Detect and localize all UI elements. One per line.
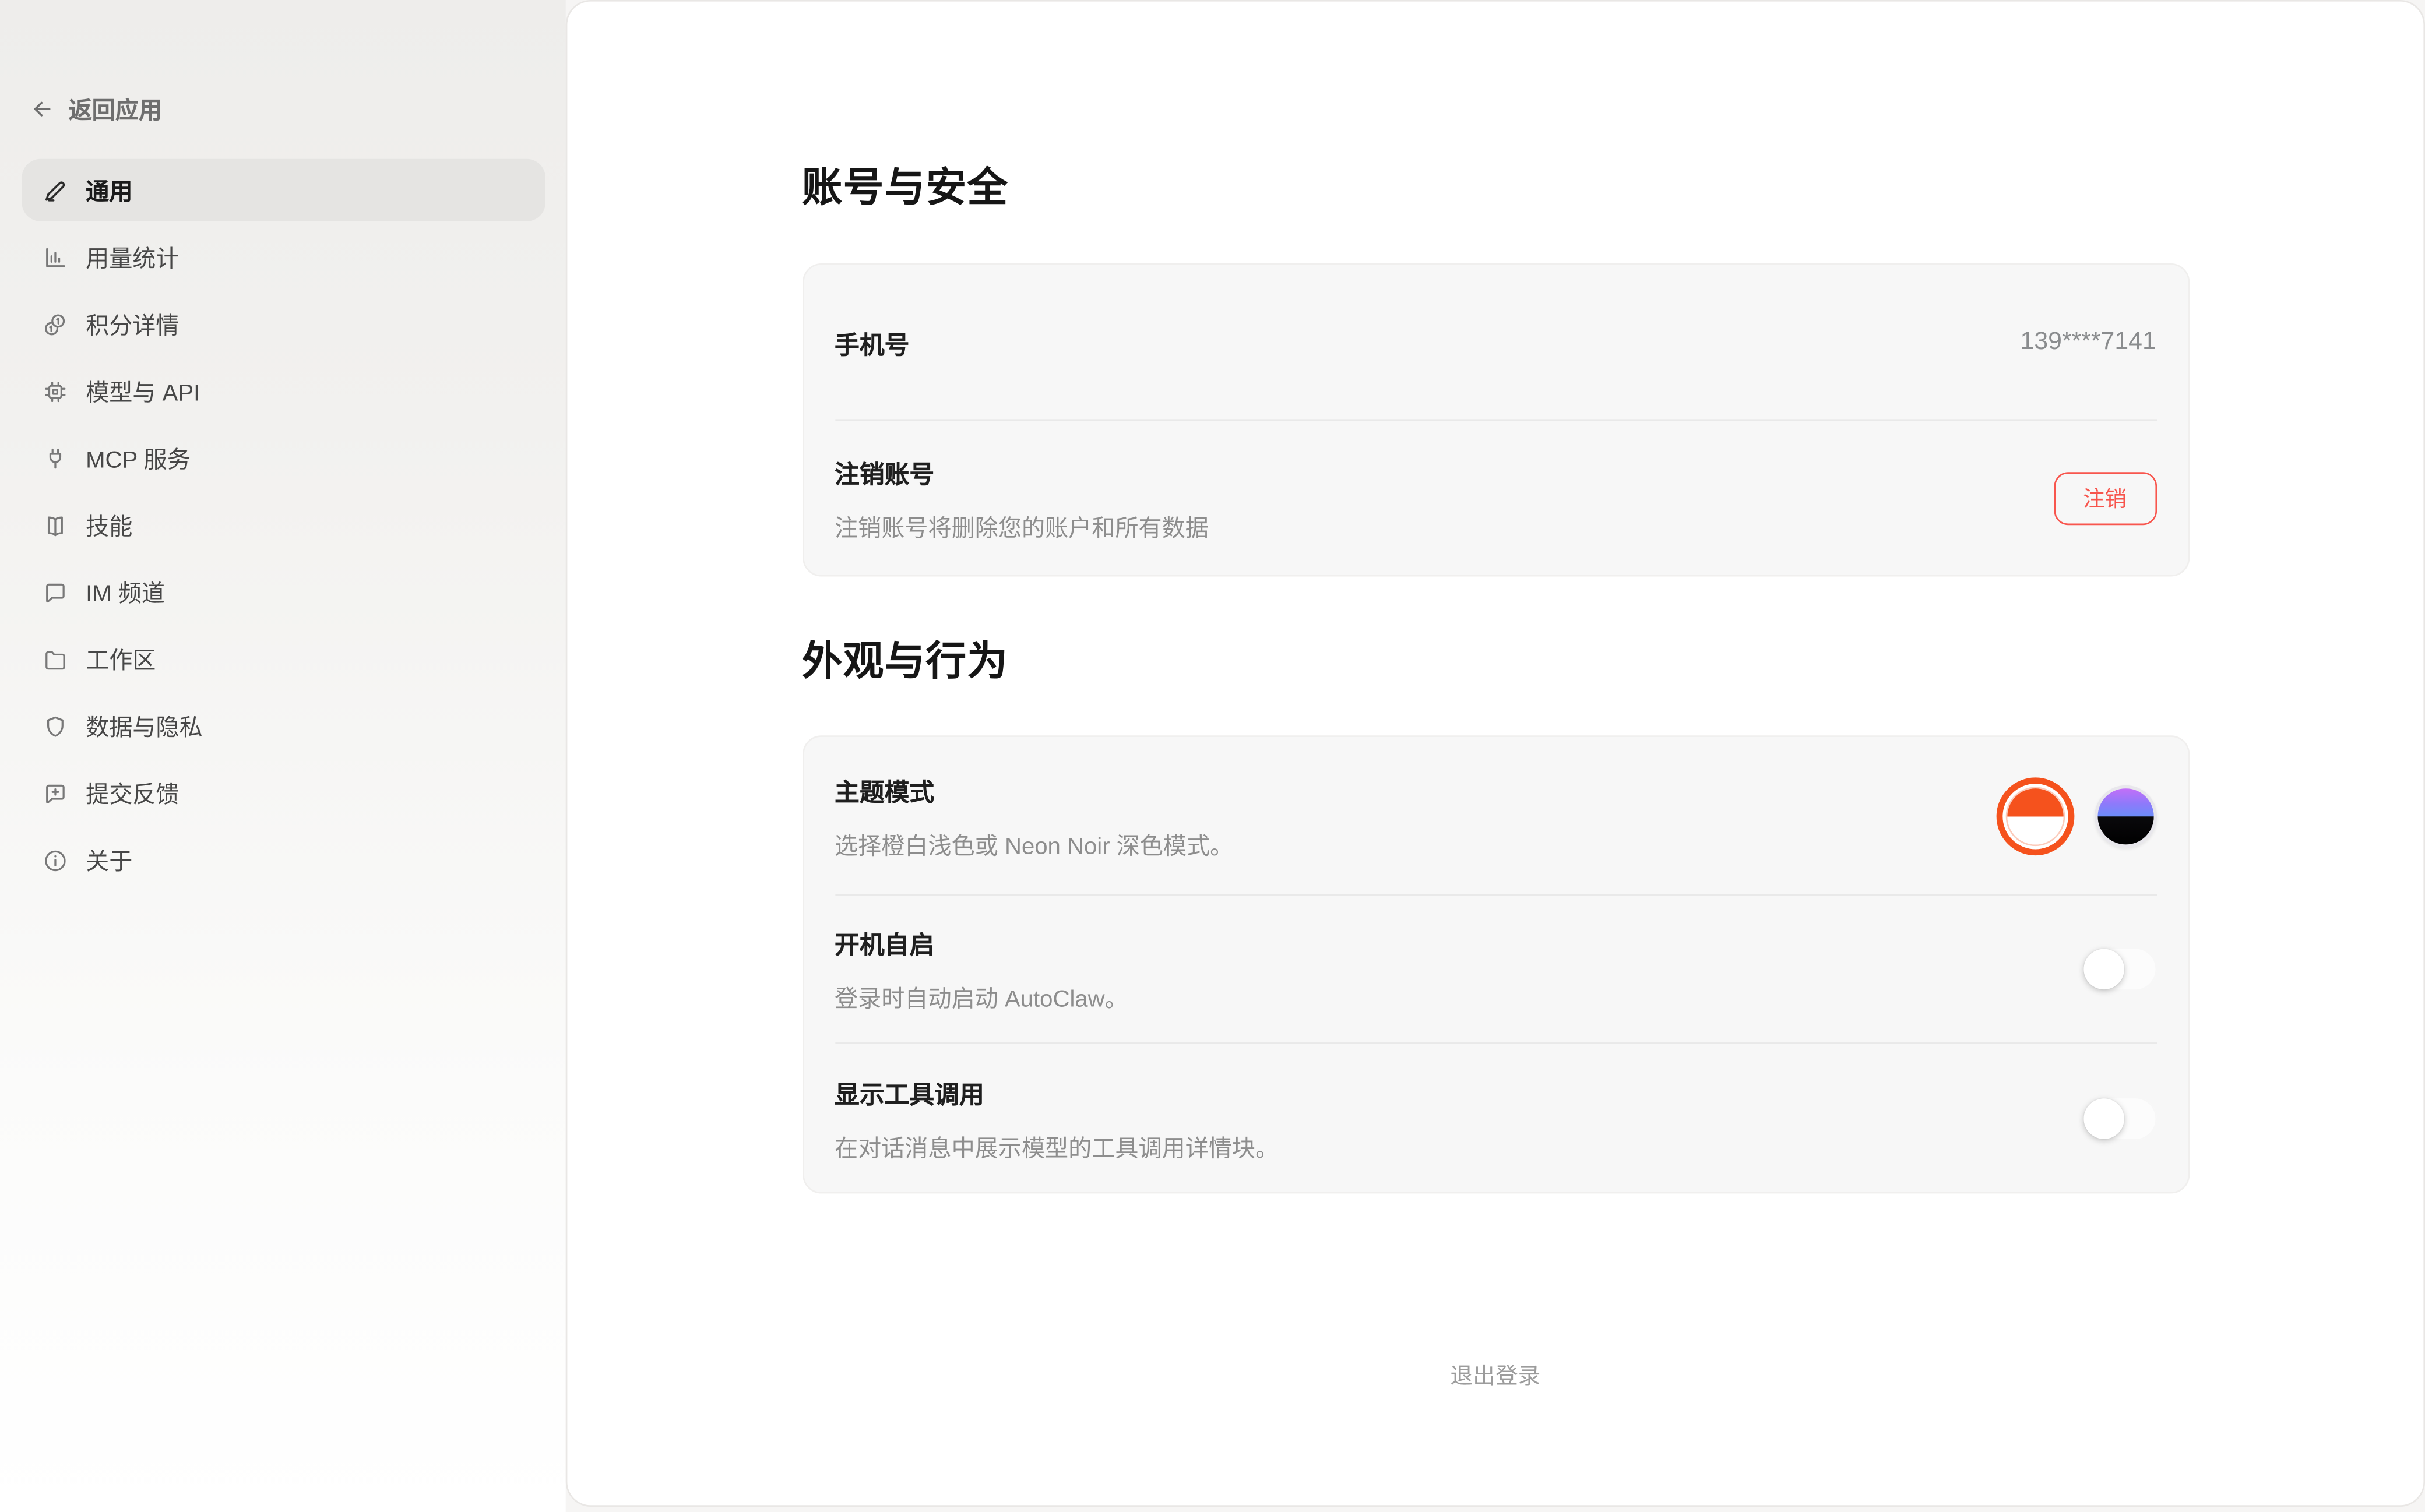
show-tool-calls-toggle[interactable] xyxy=(2081,1096,2156,1140)
sidebar-item-label: 提交反馈 xyxy=(86,777,179,809)
account-security-title: 账号与安全 xyxy=(802,156,2189,213)
sidebar-item-skills[interactable]: 技能 xyxy=(22,494,545,556)
plug-icon xyxy=(42,445,68,471)
folder-icon xyxy=(42,646,68,672)
sidebar-item-label: 模型与 API xyxy=(86,375,200,407)
delete-account-button[interactable]: 注销 xyxy=(2053,471,2156,524)
sidebar-item-label: 数据与隐私 xyxy=(86,710,203,742)
sidebar-item-credits[interactable]: 积分详情 xyxy=(22,293,545,355)
theme-dark-swatch[interactable] xyxy=(2094,784,2156,847)
account-card: 手机号 139****7141 注销账号 注销账号将删除您的账户和所有数据 注销 xyxy=(802,263,2189,577)
toggle-knob xyxy=(2083,949,2124,990)
back-label: 返回应用 xyxy=(69,93,162,125)
autostart-description: 登录时自动启动 AutoClaw。 xyxy=(835,982,1128,1014)
delete-account-row: 注销账号 注销账号将删除您的账户和所有数据 注销 xyxy=(804,421,2188,575)
sidebar-nav: 通用 用量统计 积分详情 模型与 API xyxy=(22,159,545,896)
coins-icon xyxy=(42,311,68,337)
theme-swatches xyxy=(1995,777,2156,855)
pen-icon xyxy=(42,177,68,203)
sidebar-item-label: 工作区 xyxy=(86,643,156,675)
settings-sidebar: 返回应用 通用 用量统计 积分详情 xyxy=(0,0,566,1512)
sidebar-item-label: 用量统计 xyxy=(86,241,179,273)
settings-main-panel: 账号与安全 手机号 139****7141 注销账号 注销账号将删除您的账户和所… xyxy=(566,0,2425,1506)
theme-light-swatch-fill xyxy=(2007,788,2063,844)
delete-account-label: 注销账号 xyxy=(835,453,1209,490)
sidebar-item-data-privacy[interactable]: 数据与隐私 xyxy=(22,695,545,757)
sidebar-item-label: 通用 xyxy=(86,174,132,206)
sidebar-item-label: 技能 xyxy=(86,509,132,541)
theme-light-swatch[interactable] xyxy=(1995,777,2074,855)
chat-bubble-icon xyxy=(42,579,68,605)
back-arrow-icon xyxy=(30,97,55,122)
toggle-knob xyxy=(2083,1098,2124,1139)
show-tool-calls-row: 显示工具调用 在对话消息中展示模型的工具调用详情块。 xyxy=(804,1044,2188,1192)
bar-chart-icon xyxy=(42,244,68,270)
sidebar-item-about[interactable]: 关于 xyxy=(22,829,545,891)
phone-value: 139****7141 xyxy=(2021,328,2156,356)
autostart-row: 开机自启 登录时自动启动 AutoClaw。 xyxy=(804,896,2188,1042)
show-tool-calls-description: 在对话消息中展示模型的工具调用详情块。 xyxy=(835,1130,1279,1163)
appearance-behavior-title: 外观与行为 xyxy=(802,629,2189,687)
delete-account-description: 注销账号将删除您的账户和所有数据 xyxy=(835,510,1209,543)
back-to-app-button[interactable]: 返回应用 xyxy=(30,86,162,132)
info-icon xyxy=(42,847,68,873)
sidebar-item-general[interactable]: 通用 xyxy=(22,159,545,221)
sidebar-item-label: MCP 服务 xyxy=(86,442,191,474)
theme-mode-row: 主题模式 选择橙白浅色或 Neon Noir 深色模式。 xyxy=(804,737,2188,894)
feedback-icon xyxy=(42,780,68,806)
phone-row: 手机号 139****7141 xyxy=(804,265,2188,420)
phone-label: 手机号 xyxy=(835,323,909,361)
sidebar-item-feedback[interactable]: 提交反馈 xyxy=(22,762,545,824)
show-tool-calls-label: 显示工具调用 xyxy=(835,1073,1279,1110)
sidebar-item-im-channels[interactable]: IM 频道 xyxy=(22,561,545,623)
settings-window: 返回应用 通用 用量统计 积分详情 xyxy=(0,0,2425,1512)
autostart-toggle[interactable] xyxy=(2081,947,2156,991)
autostart-label: 开机自启 xyxy=(835,924,1128,961)
sidebar-item-models-api[interactable]: 模型与 API xyxy=(22,360,545,422)
sidebar-item-workspace[interactable]: 工作区 xyxy=(22,628,545,690)
theme-mode-description: 选择橙白浅色或 Neon Noir 深色模式。 xyxy=(835,828,1233,861)
shield-icon xyxy=(42,713,68,739)
sidebar-item-label: 关于 xyxy=(86,844,132,876)
book-icon xyxy=(42,512,68,538)
chip-icon xyxy=(42,378,68,404)
sidebar-item-mcp[interactable]: MCP 服务 xyxy=(22,427,545,489)
sidebar-item-usage-stats[interactable]: 用量统计 xyxy=(22,226,545,288)
sidebar-item-label: IM 频道 xyxy=(86,576,165,608)
theme-mode-label: 主题模式 xyxy=(835,770,1233,808)
logout-button[interactable]: 退出登录 xyxy=(1450,1359,1540,1391)
appearance-card: 主题模式 选择橙白浅色或 Neon Noir 深色模式。 开机自启 登录时自动 xyxy=(802,735,2189,1193)
sidebar-item-label: 积分详情 xyxy=(86,308,179,340)
